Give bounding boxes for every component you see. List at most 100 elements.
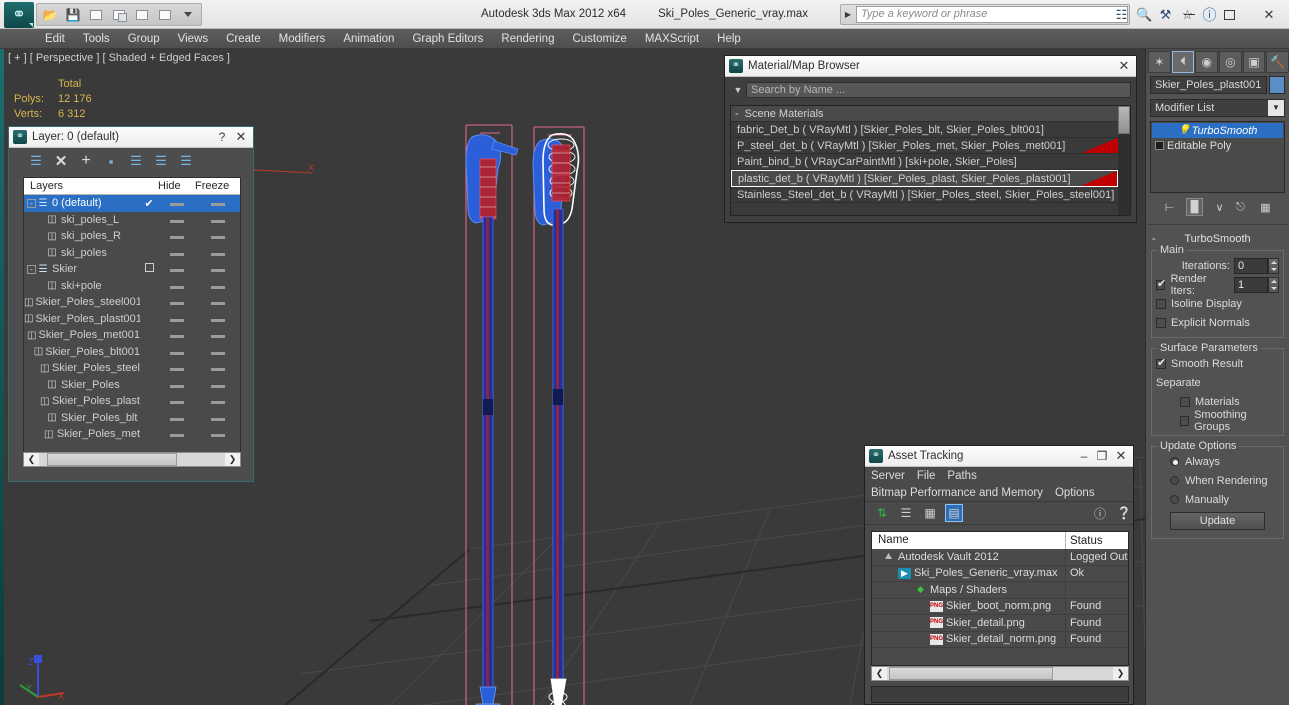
menu-paths[interactable]: Paths xyxy=(941,470,982,482)
layer-row[interactable]: ◫ Skier_Poles_blt001 xyxy=(24,344,240,361)
layer-hide-toggle[interactable] xyxy=(158,379,195,391)
layer-row-name-cell[interactable]: ◫ ski+pole xyxy=(24,280,140,292)
viewport-label[interactable]: [ + ] [ Perspective ] [ Shaded + Edged F… xyxy=(8,52,230,64)
material-list-container[interactable]: - Scene Materials fabric_Det_b ( VRayMtl… xyxy=(730,105,1131,216)
layer-row[interactable]: ◫ Skier_Poles_steel001 xyxy=(24,294,240,311)
chevron-right-icon[interactable]: ▶ xyxy=(841,10,855,19)
menu-views[interactable]: Views xyxy=(169,29,217,49)
smoothing-groups-checkbox[interactable] xyxy=(1180,415,1190,426)
minimize-button[interactable]: – xyxy=(1075,449,1093,463)
layer-hide-toggle[interactable] xyxy=(158,214,195,226)
layer-freeze-toggle[interactable] xyxy=(195,362,240,374)
menu-customize[interactable]: Customize xyxy=(563,29,635,49)
layer-row[interactable]: ◫ Skier_Poles_met xyxy=(24,426,240,443)
scroll-thumb[interactable] xyxy=(1118,106,1130,134)
asset-name-cell[interactable]: PNG Skier_boot_norm.png xyxy=(872,598,1066,614)
materials-row[interactable]: Materials xyxy=(1156,393,1279,410)
show-end-result-icon[interactable]: █ xyxy=(1186,198,1203,216)
asset-name-cell[interactable]: PNG Skier_detail_norm.png xyxy=(872,631,1066,647)
asset-row[interactable]: ▶ Ski_Poles_Generic_vray.max Ok xyxy=(872,565,1128,582)
layer-row-name-cell[interactable]: ◫ Skier_Poles_met xyxy=(24,428,140,440)
smooth-result-row[interactable]: Smooth Result xyxy=(1156,355,1279,372)
layer-row-name-cell[interactable]: ◫ Skier_Poles_steel001 xyxy=(24,296,140,308)
modifier-list-dropdown[interactable]: Modifier List ▼ xyxy=(1150,99,1285,117)
close-icon[interactable]: ✕ xyxy=(231,129,251,145)
layer-row[interactable]: ◫ ski_poles_L xyxy=(24,212,240,229)
material-search-input[interactable]: Search by Name ... xyxy=(746,81,1131,98)
render-iters-spinner[interactable]: 1 xyxy=(1234,276,1279,293)
hide-unhide-icon[interactable]: ☰ xyxy=(150,151,172,171)
explicit-normals-row[interactable]: Explicit Normals xyxy=(1156,314,1279,331)
scroll-track[interactable] xyxy=(887,667,1113,680)
iterations-row[interactable]: Iterations: 0 xyxy=(1156,257,1279,274)
help-button[interactable]: ? xyxy=(213,130,231,144)
close-icon[interactable]: ✕ xyxy=(1114,58,1134,74)
asset-tracking-titlebar[interactable]: ⚭ Asset Tracking – ❐ ✕ xyxy=(865,446,1133,467)
layer-row[interactable]: ◫ Skier_Poles_met001 xyxy=(24,327,240,344)
hierarchy-tab[interactable]: ◉ xyxy=(1195,50,1219,73)
reference-icon[interactable] xyxy=(109,6,129,24)
delete-layer-icon[interactable]: ✕ xyxy=(50,151,72,171)
dropdown-icon[interactable] xyxy=(178,6,198,24)
layer-row-name-cell[interactable]: ◫ ski_poles_R xyxy=(24,230,140,242)
asset-row[interactable]: ◆ Maps / Shaders xyxy=(872,582,1128,599)
layer-row-name-cell[interactable]: ◫ Skier_Poles xyxy=(24,379,140,391)
spinner-arrows[interactable] xyxy=(1268,257,1279,274)
menu-graph-editors[interactable]: Graph Editors xyxy=(403,29,492,49)
layer-row-name-cell[interactable]: ◫ Skier_Poles_blt xyxy=(24,412,140,424)
asset-horizontal-scrollbar[interactable]: ❮ ❯ xyxy=(871,666,1129,681)
update-when-rendering-row[interactable]: When Rendering xyxy=(1156,472,1279,489)
layer-hide-toggle[interactable] xyxy=(158,263,195,275)
layer-freeze-toggle[interactable] xyxy=(195,412,240,424)
smooth-result-checkbox[interactable] xyxy=(1156,356,1166,369)
layer-freeze-toggle[interactable] xyxy=(195,379,240,391)
explicit-normals-checkbox[interactable] xyxy=(1156,317,1166,328)
application-menu-button[interactable]: ⚭ xyxy=(4,2,34,28)
layer-row-name-cell[interactable]: ◫ Skier_Poles_met001 xyxy=(24,329,140,341)
layer-freeze-toggle[interactable] xyxy=(195,230,240,242)
layer-freeze-toggle[interactable] xyxy=(195,329,240,341)
thumbnail-view-icon[interactable]: ▦ xyxy=(921,504,939,522)
layer-row[interactable]: - ☰ 0 (default) ✔ xyxy=(24,195,240,212)
material-item[interactable]: plastic_det_b ( VRayMtl ) [Skier_Poles_p… xyxy=(731,170,1118,187)
help-icon[interactable]: ⓘ xyxy=(1091,504,1109,522)
layer-active-toggle[interactable]: ✔ xyxy=(140,197,158,210)
layer-hide-toggle[interactable] xyxy=(158,412,195,424)
menu-file[interactable]: File xyxy=(911,470,942,482)
asset-rows[interactable]: ⛰ Autodesk Vault 2012 Logged Out ▶ Ski_Poles… xyxy=(872,549,1128,648)
new-icon[interactable] xyxy=(86,6,106,24)
material-browser-titlebar[interactable]: ⚭ Material/Map Browser ✕ xyxy=(725,56,1136,77)
layer-freeze-toggle[interactable] xyxy=(195,428,240,440)
grid-view-icon[interactable]: ▤ xyxy=(945,504,963,522)
spinner-arrows[interactable] xyxy=(1268,276,1279,293)
layer-row-name-cell[interactable]: ◫ ski_poles_L xyxy=(24,214,140,226)
expand-collapse-icon[interactable]: - xyxy=(27,264,36,274)
redo-icon[interactable] xyxy=(155,6,175,24)
undo-icon[interactable] xyxy=(132,6,152,24)
object-color-swatch[interactable] xyxy=(1269,76,1285,94)
maximize-button[interactable]: ❐ xyxy=(1093,449,1111,463)
context-help-icon[interactable]: ❔ xyxy=(1115,504,1133,522)
maximize-button[interactable] xyxy=(1209,0,1249,29)
layer-row-name-cell[interactable]: ◫ ski_poles xyxy=(24,247,140,259)
layer-row-name-cell[interactable]: - ☰ Skier xyxy=(24,263,140,275)
expand-collapse-icon[interactable]: - xyxy=(27,198,36,208)
pin-stack-icon[interactable]: ⊢ xyxy=(1161,198,1178,216)
utilities-tab[interactable]: 🔨 xyxy=(1266,50,1289,73)
render-iters-checkbox[interactable] xyxy=(1156,277,1167,290)
layer-row[interactable]: ◫ Skier_Poles_steel xyxy=(24,360,240,377)
layer-list[interactable]: Layers Hide Freeze - ☰ 0 (default) ✔ ◫ ski_po… xyxy=(23,177,241,460)
motion-tab[interactable]: ◎ xyxy=(1219,50,1242,73)
menu-tools[interactable]: Tools xyxy=(74,29,119,49)
configure-sets-icon[interactable]: ▦ xyxy=(1257,198,1274,216)
layer-dialog[interactable]: ⚭ Layer: 0 (default) ? ✕ ☰ ✕ + ▪ ☰ ☰ ☰ L… xyxy=(8,126,254,482)
scroll-left-icon[interactable]: ❮ xyxy=(24,454,39,465)
scroll-left-icon[interactable]: ❮ xyxy=(872,668,887,679)
remove-modifier-icon[interactable]: ⎋ xyxy=(1232,198,1249,216)
menu-maxscript[interactable]: MAXScript xyxy=(636,29,708,49)
scroll-thumb[interactable] xyxy=(47,453,177,466)
layer-row-name-cell[interactable]: ◫ Skier_Poles_blt001 xyxy=(24,346,140,358)
render-iters-value[interactable]: 1 xyxy=(1234,276,1268,293)
wrench-icon[interactable]: 🔍 xyxy=(1136,7,1152,23)
menu-options[interactable]: Options xyxy=(1049,487,1101,499)
